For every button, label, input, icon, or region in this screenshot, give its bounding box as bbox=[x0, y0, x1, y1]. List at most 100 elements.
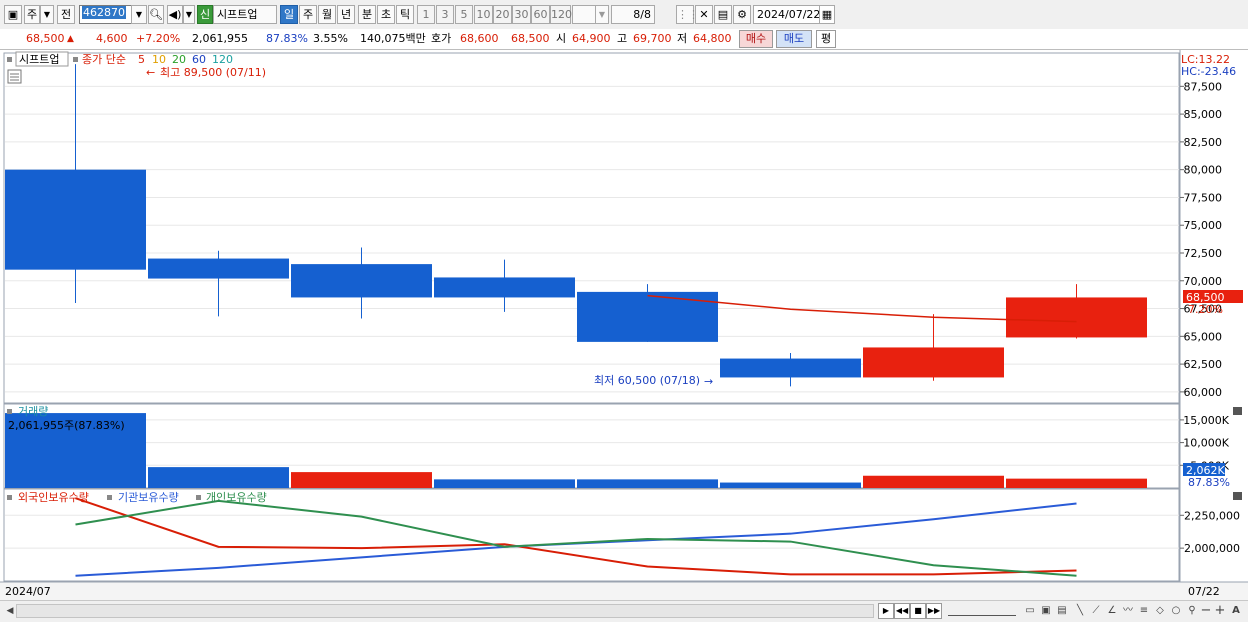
last-change-badge: 7.20% bbox=[1188, 303, 1223, 316]
calendar-icon[interactable]: ▦ bbox=[819, 5, 835, 24]
draw-line-icon[interactable]: ╲ bbox=[1072, 603, 1088, 619]
ma-period-120[interactable]: 120 bbox=[212, 53, 233, 66]
zoom-slider[interactable] bbox=[948, 605, 1016, 616]
tab-monthly[interactable]: 월 bbox=[318, 5, 336, 24]
interval-3[interactable]: 3 bbox=[436, 5, 454, 24]
volume-panel-close-icon[interactable] bbox=[1233, 407, 1242, 415]
market-select[interactable]: 주 bbox=[24, 5, 40, 24]
date-input[interactable]: 2024/07/22 bbox=[753, 5, 820, 24]
prev-button[interactable]: 전 bbox=[57, 5, 75, 24]
volume-bar[interactable] bbox=[1006, 478, 1147, 488]
interval-5[interactable]: 5 bbox=[455, 5, 473, 24]
holdings-panel-close-icon[interactable] bbox=[1233, 492, 1242, 500]
horizontal-scrollbar[interactable] bbox=[16, 604, 874, 618]
draw-angle-icon[interactable]: ∠ bbox=[1104, 603, 1120, 619]
bottom-bar: ◀ ▶ ◀◀ ■ ▶▶ ▭ ▣ ▤ ╲ ⟋ ∠ 〰 ≡ ◇ ○ ⚲ − + A bbox=[0, 600, 1248, 622]
play-icon[interactable]: ▶ bbox=[878, 603, 894, 619]
tab-weekly[interactable]: 주 bbox=[299, 5, 317, 24]
ma-label[interactable]: 종가 단순 bbox=[82, 53, 126, 66]
ma-period-5[interactable]: 5 bbox=[138, 53, 145, 66]
price-tick-label: 82,500 bbox=[1184, 136, 1223, 149]
draw-shape-icon[interactable]: ◇ bbox=[1152, 603, 1168, 619]
window-icon[interactable]: ▣ bbox=[4, 5, 22, 24]
stock-chart[interactable]: 60,00062,50065,00067,50070,00072,50075,0… bbox=[0, 50, 1248, 600]
draw-circle-icon[interactable]: ○ bbox=[1168, 603, 1184, 619]
open-price: 64,900 bbox=[572, 32, 611, 45]
price-tick-label: 60,000 bbox=[1184, 386, 1223, 399]
buy-button[interactable]: 매수 bbox=[739, 30, 773, 48]
volume-bar[interactable] bbox=[291, 472, 432, 488]
save-icon[interactable]: ▤ bbox=[714, 5, 732, 24]
sell-button[interactable]: 매도 bbox=[776, 30, 812, 48]
zoom-in-icon[interactable]: + bbox=[1212, 603, 1228, 619]
candle-body[interactable] bbox=[148, 258, 289, 279]
holdings-tick-label: 2,000,000 bbox=[1184, 542, 1240, 555]
stop-icon[interactable]: ■ bbox=[910, 603, 926, 619]
volume-bar[interactable] bbox=[148, 467, 289, 488]
price-tick-label: 70,000 bbox=[1184, 275, 1223, 288]
avg-button[interactable]: 평 bbox=[816, 30, 836, 48]
candle-body[interactable] bbox=[1006, 297, 1147, 338]
candle-body[interactable] bbox=[863, 347, 1004, 378]
up-arrow-icon: ▲ bbox=[67, 34, 74, 44]
volume-bar[interactable] bbox=[577, 479, 718, 488]
volume-tick-label: 10,000K bbox=[1183, 437, 1229, 450]
draw-fib-icon[interactable]: ≡ bbox=[1136, 603, 1152, 619]
volume-info: 2,061,955주(87.83%) bbox=[8, 419, 125, 432]
search-icon[interactable]: 🔍︎ bbox=[148, 5, 164, 24]
volume-title[interactable]: 거래량 bbox=[18, 405, 48, 418]
window-layout-icon[interactable]: ▭ bbox=[1022, 603, 1038, 619]
interval-30[interactable]: 30 bbox=[512, 5, 531, 24]
candle-body[interactable] bbox=[291, 264, 432, 298]
tab-yearly[interactable]: 년 bbox=[337, 5, 355, 24]
interval-1[interactable]: 1 bbox=[417, 5, 435, 24]
legend-foreign[interactable]: 외국인보유수량 bbox=[18, 491, 89, 504]
price-tick-label: 62,500 bbox=[1184, 358, 1223, 371]
gear-icon[interactable]: ⚙ bbox=[733, 5, 751, 24]
tab-minute[interactable]: 분 bbox=[358, 5, 376, 24]
custom-interval-dropdown-icon[interactable]: ▼ bbox=[595, 5, 609, 24]
candle-body[interactable] bbox=[577, 291, 718, 342]
date-axis-right: 07/22 bbox=[1188, 585, 1220, 598]
legend-individual[interactable]: 개인보유수량 bbox=[206, 491, 267, 504]
window-split-icon[interactable]: ▣ bbox=[1038, 603, 1054, 619]
interval-120[interactable]: 120 bbox=[550, 5, 572, 24]
price-change: 4,600 bbox=[96, 32, 128, 45]
page-indicator: 8/8 bbox=[611, 5, 655, 24]
speaker-dropdown-icon[interactable]: ▼ bbox=[183, 5, 195, 24]
volume-bar[interactable] bbox=[434, 479, 575, 488]
tab-daily[interactable]: 일 bbox=[280, 5, 298, 24]
window-tile-icon[interactable]: ▤ bbox=[1054, 603, 1070, 619]
holdings-tick-label: 2,250,000 bbox=[1184, 509, 1240, 522]
candle-body[interactable] bbox=[720, 358, 861, 378]
hc-label: HC:-23.46 bbox=[1181, 65, 1236, 78]
draw-wave-icon[interactable]: 〰 bbox=[1120, 603, 1136, 619]
draw-trend-icon[interactable]: ⟋ bbox=[1088, 603, 1104, 619]
text-tool-icon[interactable]: A bbox=[1228, 603, 1244, 619]
ma-period-60[interactable]: 60 bbox=[192, 53, 206, 66]
chart-area[interactable]: 60,000 62,500 65,000 67,500 70,000 72,500 75,0… bbox=[0, 50, 1248, 600]
speaker-icon[interactable]: ◀) bbox=[167, 5, 183, 24]
market-dropdown-icon[interactable]: ▼ bbox=[40, 5, 54, 24]
custom-interval-field[interactable] bbox=[572, 5, 596, 24]
interval-10[interactable]: 10 bbox=[474, 5, 493, 24]
candle-body[interactable] bbox=[5, 169, 146, 270]
interval-60[interactable]: 60 bbox=[531, 5, 550, 24]
grid-icon[interactable]: ⋮⋮ bbox=[676, 5, 699, 24]
interval-20[interactable]: 20 bbox=[493, 5, 512, 24]
tools-icon[interactable]: ✕ bbox=[695, 5, 713, 24]
ma-period-20[interactable]: 20 bbox=[172, 53, 186, 66]
rewind-icon[interactable]: ◀◀ bbox=[894, 603, 910, 619]
legend-institution[interactable]: 기관보유수량 bbox=[118, 491, 179, 504]
tab-tick[interactable]: 틱 bbox=[396, 5, 414, 24]
price-tick-label: 75,000 bbox=[1184, 219, 1223, 232]
volume-bar[interactable] bbox=[863, 475, 1004, 488]
ma-period-10[interactable]: 10 bbox=[152, 53, 166, 66]
price-tick-label: 87,500 bbox=[1184, 80, 1223, 93]
fast-forward-icon[interactable]: ▶▶ bbox=[926, 603, 942, 619]
candle-body[interactable] bbox=[434, 277, 575, 298]
volume-bar[interactable] bbox=[720, 482, 861, 488]
tab-second[interactable]: 초 bbox=[377, 5, 395, 24]
open-label: 시 bbox=[556, 32, 567, 45]
code-dropdown-icon[interactable]: ▼ bbox=[131, 5, 147, 24]
